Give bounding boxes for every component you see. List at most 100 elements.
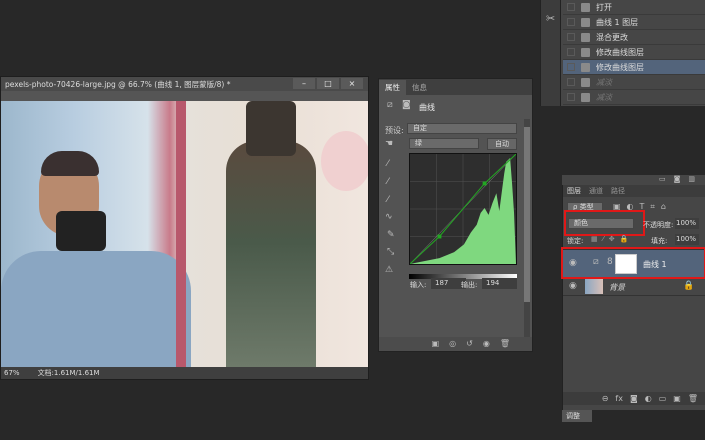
scissors-icon[interactable]: ✂ bbox=[546, 12, 555, 25]
history-item[interactable]: 修改曲线图层 bbox=[563, 60, 705, 75]
maximize-button[interactable]: □ bbox=[317, 78, 339, 89]
snapshot-source-checkbox[interactable] bbox=[567, 63, 575, 71]
visibility-icon[interactable]: ◉ bbox=[483, 337, 490, 351]
history-state-icon bbox=[581, 92, 590, 102]
layer-thumbnail bbox=[585, 279, 603, 294]
eye-icon[interactable]: ◉ bbox=[569, 281, 577, 291]
canvas-photo[interactable] bbox=[1, 101, 368, 367]
tab-channels[interactable]: 通道 bbox=[589, 185, 603, 197]
clip-to-layer-icon[interactable]: ▣ bbox=[432, 337, 440, 351]
delete-layer-icon[interactable]: 🗑 bbox=[688, 392, 698, 405]
ruler bbox=[1, 91, 368, 101]
curves-graph[interactable] bbox=[409, 153, 517, 265]
curve-edit-icon[interactable]: ∿ bbox=[385, 212, 393, 222]
snapshot-icon[interactable]: ▭ bbox=[659, 175, 666, 185]
camera-icon[interactable]: ◙ bbox=[674, 175, 681, 185]
snapshot-source-checkbox[interactable] bbox=[567, 3, 575, 11]
figurine bbox=[226, 141, 316, 367]
camera bbox=[56, 211, 106, 251]
snapshot-source-checkbox[interactable] bbox=[567, 33, 575, 41]
input-label: 输入: bbox=[410, 281, 427, 289]
curve-point bbox=[437, 234, 442, 239]
opacity-label: 不透明度: bbox=[643, 221, 674, 229]
clipping-warning-icon[interactable]: ⚠ bbox=[385, 265, 393, 275]
person-shirt bbox=[1, 251, 191, 367]
hand-target-icon[interactable]: ☚ bbox=[385, 139, 393, 149]
opacity-field[interactable]: 100% bbox=[675, 218, 699, 229]
history-item-label: 修改曲线图层 bbox=[596, 47, 644, 57]
history-state-icon bbox=[581, 62, 590, 72]
tab-layers[interactable]: 图层 bbox=[567, 185, 581, 197]
tab-paths[interactable]: 路径 bbox=[611, 185, 625, 197]
eyedropper-black-icon[interactable]: ⁄ bbox=[387, 159, 389, 169]
adjustment-icon[interactable]: ◐ bbox=[645, 392, 652, 405]
history-item[interactable]: 减淡 bbox=[563, 90, 705, 105]
mask-icon[interactable]: ◙ bbox=[402, 100, 411, 110]
view-previous-icon[interactable]: ◎ bbox=[449, 337, 456, 351]
history-footer: ▭ ◙ ▥ bbox=[562, 175, 705, 185]
eyedropper-gray-icon[interactable]: ⁄ bbox=[387, 177, 389, 187]
reset-icon[interactable]: ↺ bbox=[466, 337, 473, 351]
history-item[interactable]: 修改曲线图层 bbox=[563, 45, 705, 60]
layers-panel: 图层 通道 路径 ρ 类型 ▣◐T⌗⌂ 颜色 不透明度: 100% 锁定: ▦⁄… bbox=[561, 185, 705, 410]
smooth-icon[interactable]: ⤡ bbox=[387, 247, 394, 257]
close-button[interactable]: × bbox=[341, 78, 363, 89]
auto-button[interactable]: 自动 bbox=[487, 138, 517, 150]
add-mask-icon[interactable]: ◙ bbox=[630, 392, 638, 405]
doc-size: 文档:1.61M/1.61M bbox=[37, 369, 100, 377]
history-item-label: 减淡 bbox=[596, 92, 612, 102]
history-state-icon bbox=[581, 32, 590, 42]
status-bar: 67% 文档:1.61M/1.61M bbox=[1, 367, 368, 379]
zoom-level[interactable]: 67% bbox=[4, 369, 20, 377]
curves-adjustment-icon: ⧄ bbox=[387, 100, 393, 110]
eyedropper-white-icon[interactable]: ⁄ bbox=[387, 195, 389, 205]
layer-row[interactable]: ◉ 背景 🔒 bbox=[563, 277, 705, 296]
trash-icon[interactable]: ▥ bbox=[688, 175, 695, 185]
new-layer-icon[interactable]: ▣ bbox=[673, 392, 681, 405]
channel-select[interactable]: 绿 bbox=[409, 138, 479, 149]
lock-icon: 🔒 bbox=[683, 281, 695, 291]
pencil-icon[interactable]: ✎ bbox=[387, 230, 395, 240]
fx-icon[interactable]: fx bbox=[615, 392, 623, 405]
tab-adjustments[interactable]: 调整 bbox=[562, 410, 592, 422]
snapshot-source-checkbox[interactable] bbox=[567, 93, 575, 101]
snapshot-source-checkbox[interactable] bbox=[567, 18, 575, 26]
person-hair bbox=[41, 151, 99, 176]
panel-title: 曲线 bbox=[419, 103, 435, 112]
history-state-icon bbox=[581, 47, 590, 57]
preset-label: 预设: bbox=[385, 126, 404, 135]
snapshot-source-checkbox[interactable] bbox=[567, 78, 575, 86]
snapshot-source-checkbox[interactable] bbox=[567, 48, 575, 56]
output-field[interactable]: 194 bbox=[482, 278, 517, 289]
history-item-label: 曲线 1 图层 bbox=[596, 17, 639, 27]
history-item-label: 修改曲线图层 bbox=[596, 62, 644, 72]
layer-name[interactable]: 背景 bbox=[609, 282, 625, 293]
minimize-button[interactable]: – bbox=[293, 78, 315, 89]
scrollbar[interactable] bbox=[524, 119, 530, 347]
window-frame bbox=[176, 101, 186, 367]
group-icon[interactable]: ▭ bbox=[659, 392, 667, 405]
layers-footer: ⊖ fx ◙ ◐ ▭ ▣ 🗑 bbox=[563, 392, 705, 405]
history-item[interactable]: 减淡 bbox=[563, 75, 705, 90]
preset-select[interactable]: 自定 bbox=[407, 123, 517, 134]
delete-icon[interactable]: 🗑 bbox=[500, 337, 510, 351]
tab-info[interactable]: 信息 bbox=[406, 80, 433, 95]
link-layers-icon[interactable]: ⊖ bbox=[602, 392, 609, 405]
decoration bbox=[321, 131, 368, 191]
history-item[interactable]: 曲线 1 图层 bbox=[563, 15, 705, 30]
history-item[interactable]: 打开 bbox=[563, 0, 705, 15]
lock-icons[interactable]: ▦⁄✥🔒 bbox=[591, 235, 633, 243]
history-item-label: 减淡 bbox=[596, 77, 612, 87]
properties-panel: 属性 信息 ⧄ ◙ 曲线 预设: 自定 ☚ 绿 自动 ⁄ ⁄ ⁄ ∿ ✎ ⤡ ⚠… bbox=[378, 78, 533, 352]
tab-properties[interactable]: 属性 bbox=[379, 80, 406, 95]
fill-label: 填充: bbox=[651, 237, 668, 245]
history-state-icon bbox=[581, 17, 590, 27]
history-state-icon bbox=[581, 2, 590, 12]
output-label: 输出: bbox=[461, 281, 478, 289]
history-item[interactable]: 混合更改 bbox=[563, 30, 705, 45]
lock-label: 锁定: bbox=[567, 237, 584, 245]
fill-field[interactable]: 100% bbox=[675, 234, 699, 245]
curve-point bbox=[482, 181, 487, 186]
highlight-box bbox=[561, 247, 705, 279]
tool-strip: ✂ bbox=[541, 0, 561, 106]
